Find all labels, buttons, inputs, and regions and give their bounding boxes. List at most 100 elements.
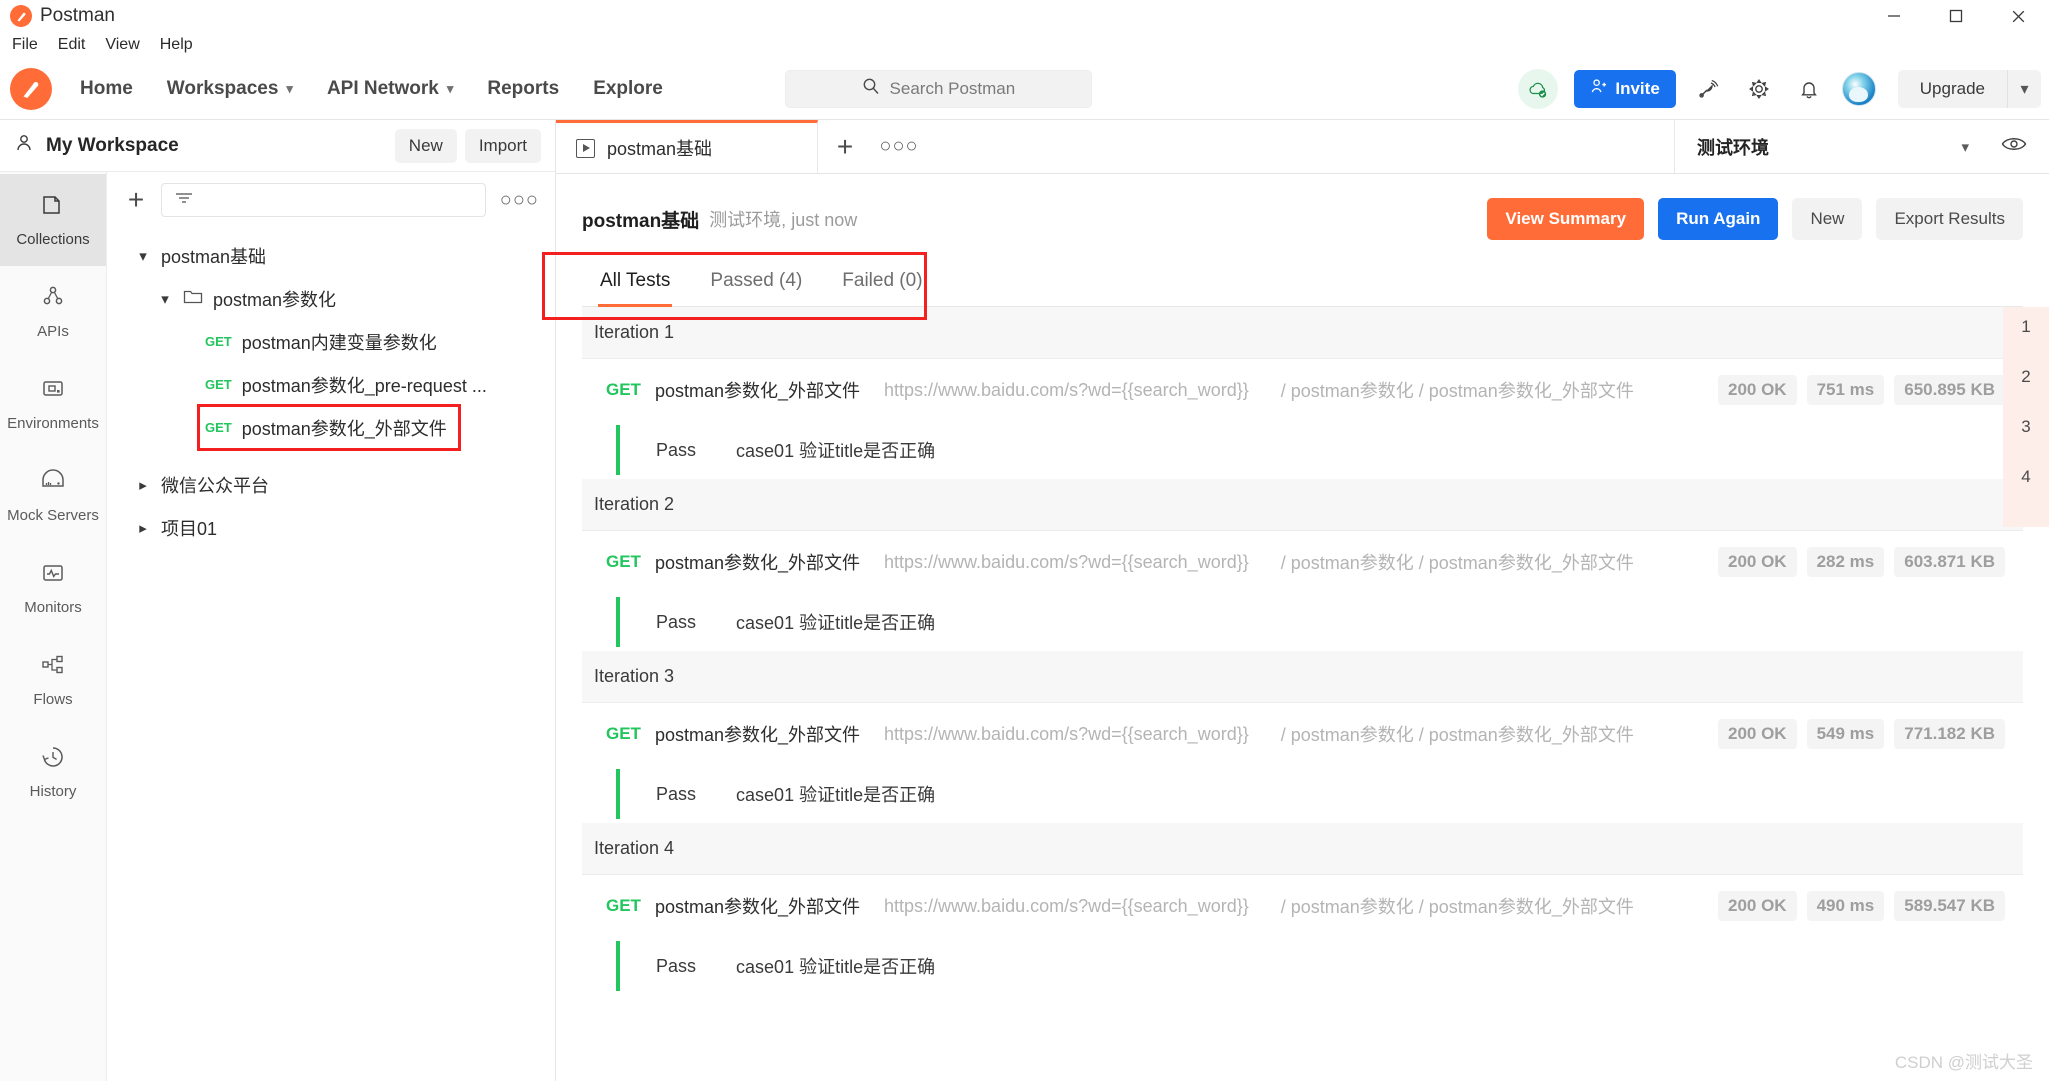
tree-item-collection[interactable]: ▸ 项目01: [107, 506, 555, 549]
flows-icon: [40, 652, 66, 683]
export-results-button[interactable]: Export Results: [1876, 198, 2023, 240]
sidebar-item-apis[interactable]: APIs: [0, 266, 106, 358]
postman-home-logo-icon[interactable]: [10, 67, 52, 110]
status-badge: 200 OK: [1718, 719, 1797, 749]
request-url: https://www.baidu.com/s?wd={{search_word…: [884, 379, 1249, 400]
assertion-row: Pass case01 验证title是否正确: [582, 937, 2023, 995]
chevron-down-icon[interactable]: ▾: [2007, 69, 2041, 108]
minimize-icon[interactable]: [1863, 0, 1925, 32]
sidebar-item-mock-servers[interactable]: Mock Servers: [0, 450, 106, 542]
chevron-right-icon[interactable]: ▸: [135, 476, 151, 494]
create-new-icon[interactable]: +: [125, 186, 147, 214]
assertion-text: case01 验证title是否正确: [736, 785, 936, 805]
filter-input[interactable]: [161, 183, 486, 217]
pass-indicator: [616, 769, 620, 819]
request-path: / postman参数化 / postman参数化_外部文件: [1280, 381, 1634, 401]
close-icon[interactable]: [1987, 0, 2049, 32]
status-badge: 200 OK: [1718, 547, 1797, 577]
chevron-down-icon: ▾: [286, 81, 293, 96]
request-result-row[interactable]: GET postman参数化_外部文件 https://www.baidu.co…: [582, 703, 2023, 765]
chevron-right-icon[interactable]: ▸: [135, 519, 151, 537]
import-button[interactable]: Import: [464, 128, 541, 163]
iteration-header: Iteration 4: [582, 823, 2023, 875]
folder-icon: [183, 288, 203, 309]
tree-more-icon[interactable]: ○○○: [500, 189, 539, 212]
tree-toolbar: + ○○○: [107, 172, 555, 228]
nav-api-network-label: API Network: [326, 77, 439, 99]
invite-user-icon: [1590, 78, 1607, 100]
chevron-down-icon[interactable]: ▾: [135, 247, 151, 265]
tree-item-folder[interactable]: ▾ postman参数化: [107, 277, 555, 320]
search-icon: [862, 77, 880, 100]
sidebar-item-flows[interactable]: Flows: [0, 634, 106, 726]
run-again-button[interactable]: Run Again: [1658, 198, 1779, 240]
maximize-icon[interactable]: [1925, 0, 1987, 32]
pass-indicator: [616, 425, 620, 475]
window-controls: [1863, 0, 2049, 32]
satellite-icon[interactable]: [1692, 72, 1726, 106]
request-result-row[interactable]: GET postman参数化_外部文件 https://www.baidu.co…: [582, 875, 2023, 937]
iteration-index-strip[interactable]: 1 2 3 4: [2003, 307, 2049, 527]
chevron-down-icon[interactable]: ▾: [1961, 138, 1969, 156]
avatar[interactable]: [1841, 71, 1876, 106]
nav-home[interactable]: Home: [66, 72, 147, 106]
chevron-down-icon: ▾: [446, 81, 454, 96]
right-panel: postman基础 + ○○○ 测试环境 ▾ postman基础 测试环境, j…: [556, 120, 2049, 1081]
cloud-sync-icon[interactable]: [1518, 68, 1559, 109]
tab-passed[interactable]: Passed (4): [708, 260, 804, 307]
bell-icon[interactable]: [1792, 72, 1826, 106]
collections-icon: [40, 192, 66, 223]
chevron-down-icon[interactable]: ▾: [157, 290, 173, 308]
menu-edit[interactable]: Edit: [50, 34, 94, 56]
menu-view[interactable]: View: [97, 34, 147, 56]
view-summary-button[interactable]: View Summary: [1487, 198, 1645, 240]
new-button[interactable]: New: [394, 128, 457, 163]
tab-runner-postman-basics[interactable]: postman基础: [556, 120, 818, 173]
sidebar-item-history[interactable]: History: [0, 726, 106, 818]
new-tab-icon[interactable]: +: [818, 120, 872, 173]
invite-button[interactable]: Invite: [1574, 69, 1676, 108]
request-url: https://www.baidu.com/s?wd={{search_word…: [884, 723, 1249, 744]
iteration-index[interactable]: 4: [2021, 467, 2030, 487]
method-badge: GET: [205, 377, 232, 392]
nav-reports[interactable]: Reports: [473, 72, 573, 106]
tree-item-collection[interactable]: ▾ postman基础: [107, 234, 555, 277]
nav-explore-label: Explore: [593, 77, 663, 99]
run-actions: View Summary Run Again New Export Result…: [1487, 198, 2023, 240]
menu-file[interactable]: File: [4, 34, 46, 56]
postman-logo-icon: [10, 5, 32, 27]
menu-help[interactable]: Help: [152, 34, 201, 56]
search-input[interactable]: Search Postman: [784, 69, 1092, 108]
nav-workspaces[interactable]: Workspaces ▾: [153, 72, 307, 106]
tree-item-request[interactable]: GET postman内建变量参数化: [107, 320, 555, 363]
tree-item-request[interactable]: GET postman参数化_pre-request ...: [107, 363, 555, 406]
iteration-index[interactable]: 3: [2021, 417, 2030, 437]
tree-item-request-selected[interactable]: GET postman参数化_外部文件: [197, 404, 461, 451]
sidebar-item-label: History: [29, 783, 77, 800]
tree-item-collection[interactable]: ▸ 微信公众平台: [107, 463, 555, 506]
gear-icon[interactable]: [1742, 72, 1776, 106]
nav-api-network[interactable]: API Network ▾: [313, 72, 467, 106]
tab-all-tests[interactable]: All Tests: [598, 260, 673, 307]
request-meta: 200 OK 751 ms 650.895 KB: [1718, 375, 2023, 405]
tab-more-icon[interactable]: ○○○: [872, 120, 926, 173]
request-result-row[interactable]: GET postman参数化_外部文件 https://www.baidu.co…: [582, 531, 2023, 593]
new-run-button[interactable]: New: [1792, 198, 1863, 240]
request-result-row[interactable]: GET postman参数化_外部文件 https://www.baidu.co…: [582, 359, 2023, 421]
sidebar-item-monitors[interactable]: Monitors: [0, 542, 106, 634]
size-badge: 650.895 KB: [1894, 375, 2005, 405]
iteration-index[interactable]: 2: [2021, 367, 2030, 387]
iteration-index[interactable]: 1: [2021, 317, 2030, 337]
iteration-header: Iteration 1: [582, 307, 2023, 359]
method-badge: GET: [606, 724, 641, 743]
environment-selector[interactable]: 测试环境 ▾: [1674, 120, 2049, 173]
nav-explore[interactable]: Explore: [579, 72, 677, 106]
upgrade-button[interactable]: Upgrade: [1897, 69, 2007, 108]
method-badge: GET: [606, 380, 641, 399]
tab-failed[interactable]: Failed (0): [840, 260, 924, 307]
sidebar-item-collections[interactable]: Collections: [0, 174, 106, 266]
sidebar-item-environments[interactable]: Environments: [0, 358, 106, 450]
sidebar-item-label: Environments: [7, 415, 99, 432]
eye-icon[interactable]: [2001, 135, 2027, 158]
filter-icon: [174, 191, 194, 210]
